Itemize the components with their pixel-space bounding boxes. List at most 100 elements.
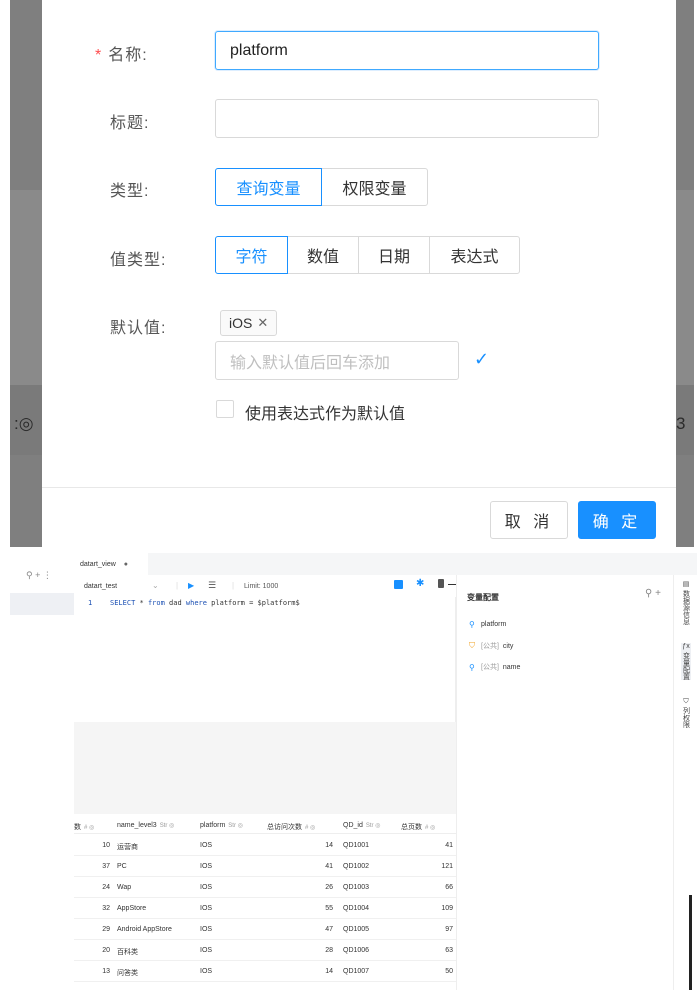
more-icon[interactable]: ⋮	[43, 570, 52, 580]
table-row[interactable]: 13 问答类 IOS 14 QD1007 50	[74, 961, 456, 982]
title-input[interactable]	[215, 99, 599, 138]
search-icon[interactable]: ⚲	[645, 588, 652, 599]
rail-item-label: 变量配置	[682, 651, 690, 680]
table-cell: IOS	[200, 884, 213, 891]
check-icon[interactable]: ✓	[474, 349, 489, 370]
view-editor-screenshot: ⚲ + ⋮ datart_view ● datart_test ⌄ | ▶ ☰ …	[0, 547, 697, 990]
table-row[interactable]: 24 Wap IOS 26 QD1003 66	[74, 877, 456, 898]
rail-item-source-info[interactable]: ▤ 数据源信息	[681, 581, 691, 625]
rail-item-column-permission[interactable]: ⛉ 列权限	[681, 698, 691, 728]
dialog-footer-divider	[42, 487, 676, 488]
search-icon: ⚲	[469, 620, 475, 629]
variables-panel-title: 变量配置	[467, 593, 499, 602]
table-cell: 20	[102, 947, 110, 954]
rail-item-label: 列权限	[682, 706, 690, 728]
variable-item[interactable]: ⚲ platform	[469, 620, 506, 629]
default-value-input[interactable]: 输入默认值后回车添加	[215, 341, 459, 380]
rail-item-variables[interactable]: ƒx 变量配置	[681, 643, 691, 680]
variable-item[interactable]: ⛉ [公共] city	[469, 641, 513, 651]
toolbar-divider: |	[176, 581, 179, 590]
table-cell: QD1002	[343, 863, 370, 870]
default-value-tag-text: iOS	[229, 315, 253, 331]
title-label: 标题:	[110, 115, 150, 132]
table-cell: 37	[102, 863, 110, 870]
variable-item[interactable]: ⚲ [公共] name	[469, 662, 520, 672]
table-cell: 29	[102, 926, 110, 933]
line-number: 1	[88, 599, 93, 607]
value-type-date[interactable]: 日期	[358, 236, 430, 274]
variables-panel-tools: ⚲ +	[645, 588, 661, 599]
shield-icon: ⛉	[683, 698, 689, 705]
column-header[interactable]: 总页数 # ◎	[401, 822, 435, 832]
column-header[interactable]: 总访问次数 # ◎	[267, 822, 315, 832]
save-icon[interactable]	[394, 580, 403, 589]
sidebar-selected-item[interactable]	[10, 593, 74, 615]
table-cell: 55	[325, 905, 333, 912]
expression-checkbox[interactable]	[216, 400, 234, 418]
history-icon[interactable]	[438, 579, 444, 588]
table-cell: QD1007	[343, 968, 370, 975]
gear-icon[interactable]: ✱	[416, 578, 424, 589]
table-cell: 13	[102, 968, 110, 975]
table-cell: 50	[445, 968, 453, 975]
source-select[interactable]: datart_test	[84, 583, 117, 590]
table-cell: 运营商	[117, 844, 138, 851]
table-cell: 32	[102, 905, 110, 912]
type-option-permission[interactable]: 权限变量	[321, 168, 428, 206]
table-cell: IOS	[200, 863, 213, 870]
table-row[interactable]: 37 PC IOS 41 QD1002 121	[74, 856, 456, 877]
table-cell: QD1005	[343, 926, 370, 933]
table-row[interactable]: 29 Android AppStore IOS 47 QD1005 97	[74, 919, 456, 940]
name-input[interactable]: platform	[215, 31, 599, 70]
table-header: 数 # ◎ name_level3 Str ◎ platform Str ◎ 总访问次…	[74, 818, 456, 834]
table-cell: 47	[325, 926, 333, 933]
add-icon[interactable]: +	[655, 588, 661, 599]
search-icon[interactable]: ⚲	[26, 570, 33, 580]
tab-datart-view[interactable]: datart_view ●	[74, 553, 148, 575]
type-label: 类型:	[110, 183, 150, 200]
table-cell: QD1001	[343, 842, 370, 849]
sql-code[interactable]: SELECT * from dad where platform = $plat…	[110, 599, 300, 607]
table-cell: 百科类	[117, 949, 138, 956]
table-row[interactable]: 32 AppStore IOS 55 QD1004 109	[74, 898, 456, 919]
table-cell: 26	[325, 884, 333, 891]
column-header[interactable]: QD_id Str ◎	[343, 822, 380, 829]
format-icon[interactable]: ☰	[208, 580, 216, 591]
cancel-button[interactable]: 取 消	[490, 501, 568, 539]
value-type-string[interactable]: 字符	[215, 236, 288, 274]
table-row[interactable]: 20 百科类 IOS 28 QD1006 63	[74, 940, 456, 961]
table-cell: 63	[445, 947, 453, 954]
variables-panel: 变量配置 ⚲ + ⚲ platform ⛉ [公共] city ⚲ [公共] n…	[456, 575, 673, 990]
table-row[interactable]: 10 运营商 IOS 14 QD1001 41	[74, 835, 456, 856]
right-rail: ▤ 数据源信息 ƒx 变量配置 ⛉ 列权限	[673, 575, 697, 990]
scrollbar[interactable]	[689, 895, 692, 990]
unsaved-dot-icon[interactable]: ●	[124, 561, 128, 568]
column-header[interactable]: name_level3 Str ◎	[117, 822, 174, 829]
run-icon[interactable]: ▶	[188, 581, 194, 590]
results-empty-area	[74, 722, 456, 814]
table-cell: QD1004	[343, 905, 370, 912]
rail-item-label: 数据源信息	[682, 589, 690, 625]
database-icon: ▤	[682, 581, 690, 588]
table-cell: PC	[117, 863, 127, 870]
table-cell: QD1006	[343, 947, 370, 954]
column-header[interactable]: platform Str ◎	[200, 822, 243, 829]
editor-tabbar: datart_view ●	[74, 553, 697, 575]
ok-button[interactable]: 确 定	[578, 501, 656, 539]
close-icon[interactable]: ✕	[257, 315, 268, 331]
value-type-expression[interactable]: 表达式	[429, 236, 520, 274]
add-icon[interactable]: +	[35, 570, 43, 580]
sidebar-tools: ⚲ + ⋮	[26, 570, 52, 581]
eye-icon: :◎	[14, 414, 34, 433]
column-header[interactable]: 数 # ◎	[74, 822, 94, 832]
table-cell: 41	[325, 863, 333, 870]
collapse-icon[interactable]	[448, 584, 456, 585]
function-icon: ƒx	[682, 643, 690, 650]
table-cell: 14	[325, 968, 333, 975]
sql-editor[interactable]: 1 SELECT * from dad where platform = $pl…	[74, 597, 456, 722]
search-icon: ⚲	[469, 662, 475, 672]
chevron-down-icon[interactable]: ⌄	[152, 581, 159, 590]
value-type-number[interactable]: 数值	[287, 236, 359, 274]
limit-select[interactable]: Limit: 1000	[244, 583, 278, 590]
type-option-query[interactable]: 查询变量	[215, 168, 322, 206]
